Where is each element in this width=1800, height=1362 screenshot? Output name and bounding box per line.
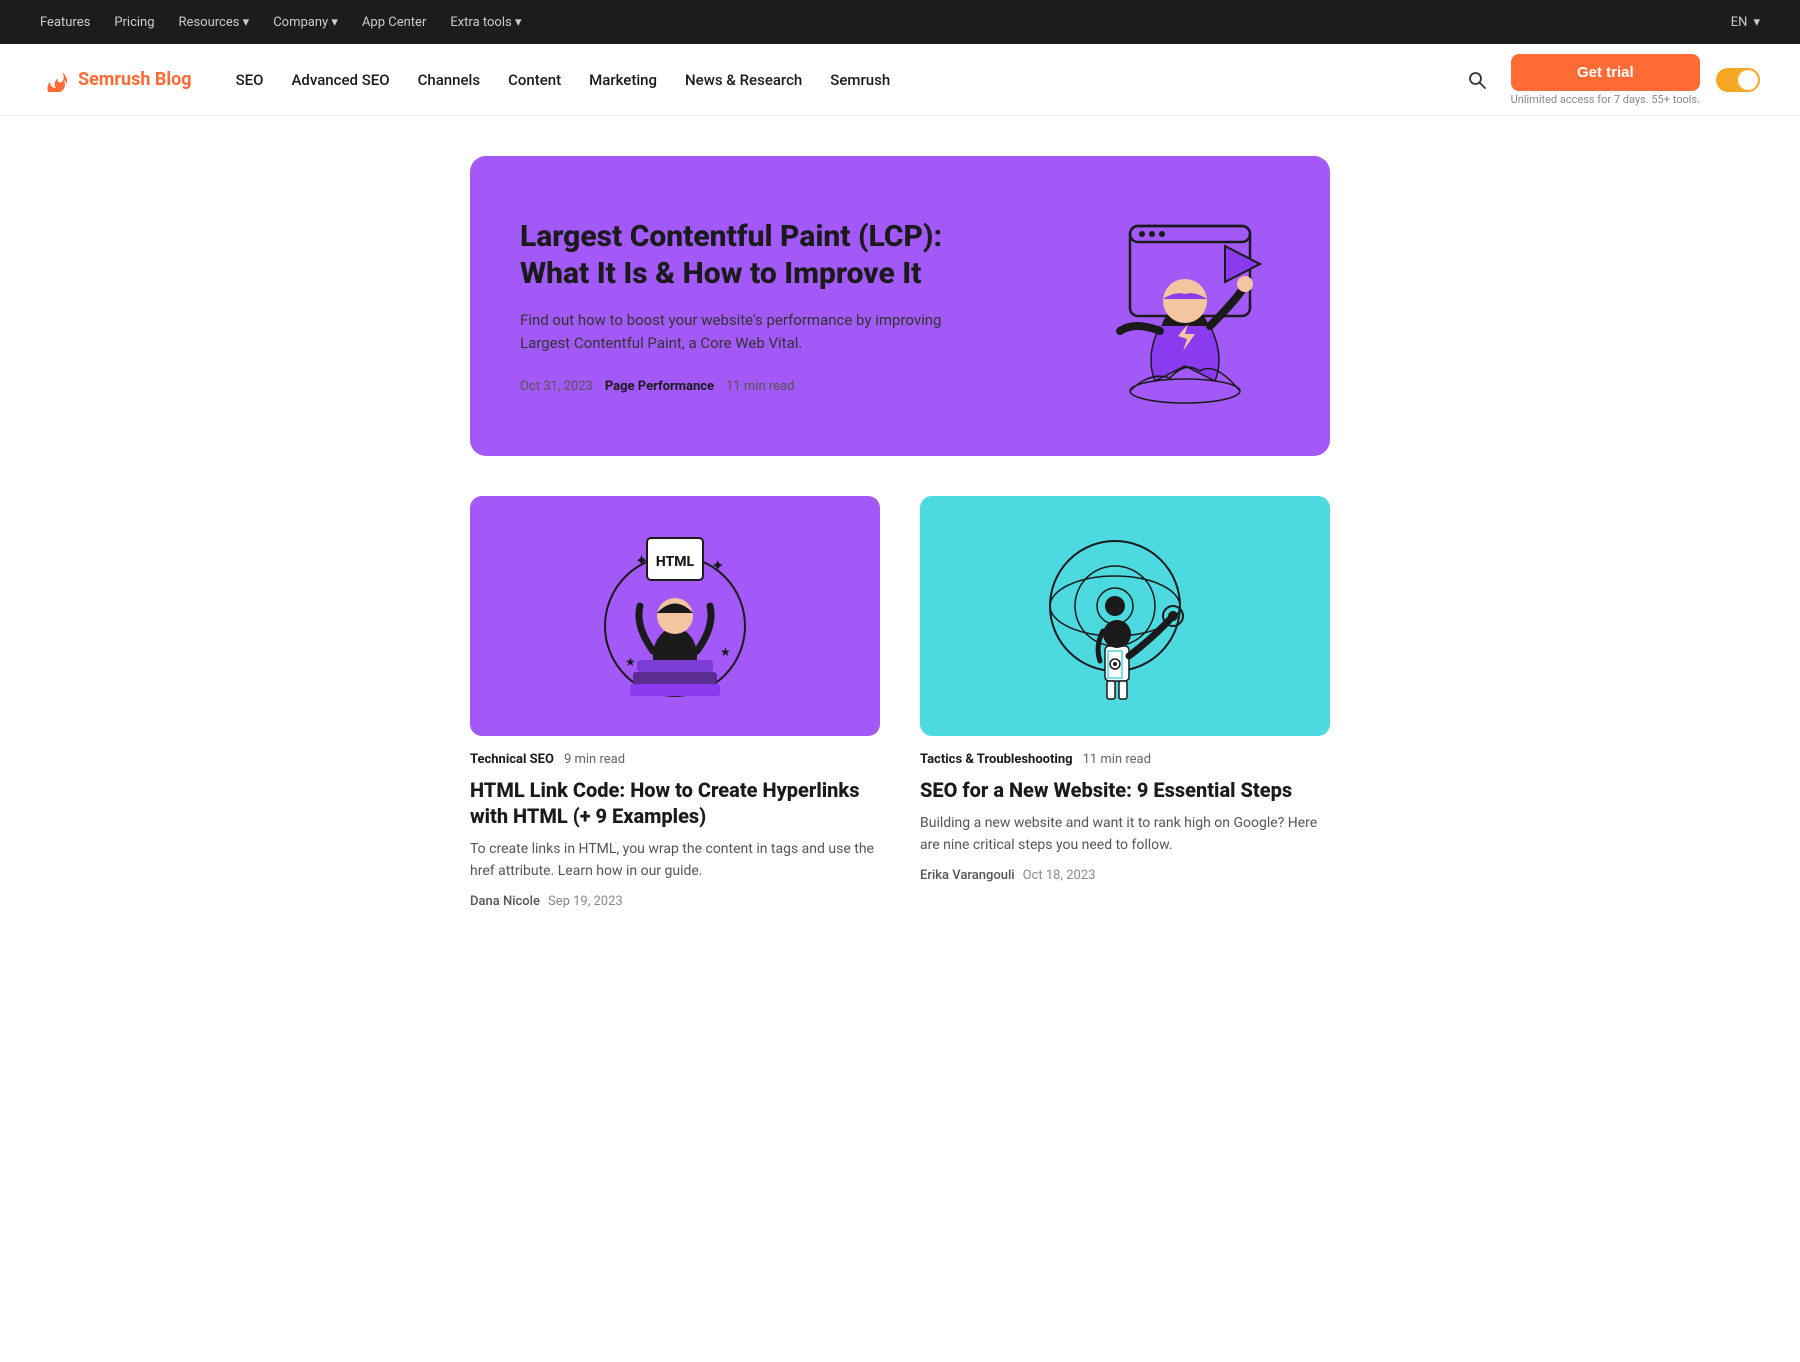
featured-read-time: 11 min read <box>726 379 794 394</box>
get-trial-button[interactable]: Get trial <box>1511 54 1700 91</box>
svg-text:★: ★ <box>720 645 731 659</box>
article-2-date: Oct 18, 2023 <box>1023 868 1096 883</box>
article-1-desc: To create links in HTML, you wrap the co… <box>470 839 880 882</box>
featured-date: Oct 31, 2023 <box>520 379 593 394</box>
article-grid: HTML ✦ ✦ ★ ★ Technical SEO 9 min read HT… <box>470 496 1330 909</box>
nav-marketing[interactable]: Marketing <box>577 63 669 97</box>
cta-section: Get trial Unlimited access for 7 days. 5… <box>1511 54 1700 106</box>
svg-text:★: ★ <box>625 655 636 669</box>
featured-article-desc: Find out how to boost your website's per… <box>520 309 980 356</box>
article-2-meta: Tactics & Troubleshooting 11 min read <box>920 752 1330 767</box>
article-1-author: Dana Nicole <box>470 894 540 909</box>
logo-text: Semrush Blog <box>78 69 192 90</box>
top-nav-app-center[interactable]: App Center <box>362 15 426 30</box>
article-2-read-time: 11 min read <box>1083 752 1151 767</box>
superhero-illustration <box>1030 206 1270 406</box>
article-html-link-code[interactable]: HTML ✦ ✦ ★ ★ Technical SEO 9 min read HT… <box>470 496 880 909</box>
semrush-flame-icon <box>40 64 72 96</box>
article-2-author-meta: Erika Varangouli Oct 18, 2023 <box>920 868 1330 883</box>
logo[interactable]: Semrush Blog <box>40 64 192 96</box>
svg-text:✦: ✦ <box>635 551 648 570</box>
top-nav-resources[interactable]: Resources ▾ <box>179 15 250 30</box>
article-1-author-meta: Dana Nicole Sep 19, 2023 <box>470 894 880 909</box>
article-2-category: Tactics & Troubleshooting <box>920 752 1073 767</box>
article-2-desc: Building a new website and want it to ra… <box>920 813 1330 856</box>
nav-advanced-seo[interactable]: Advanced SEO <box>279 63 401 97</box>
nav-right-section: Get trial Unlimited access for 7 days. 5… <box>1459 54 1760 106</box>
article-1-title: HTML Link Code: How to Create Hyperlinks… <box>470 777 880 829</box>
svg-text:HTML: HTML <box>656 554 695 570</box>
html-illustration: HTML ✦ ✦ ★ ★ <box>575 516 775 716</box>
search-button[interactable] <box>1459 62 1495 98</box>
trial-subtitle: Unlimited access for 7 days. 55+ tools. <box>1511 93 1700 106</box>
article-1-category: Technical SEO <box>470 752 554 767</box>
nav-content[interactable]: Content <box>496 63 573 97</box>
main-content: Largest Contentful Paint (LCP): What It … <box>450 116 1350 949</box>
nav-semrush[interactable]: Semrush <box>818 63 902 97</box>
featured-article[interactable]: Largest Contentful Paint (LCP): What It … <box>470 156 1330 456</box>
top-navigation: Features Pricing Resources ▾ Company ▾ A… <box>0 0 1800 44</box>
nav-news-research[interactable]: News & Research <box>673 63 814 97</box>
seo-illustration <box>1025 516 1225 716</box>
article-seo-new-website[interactable]: Tactics & Troubleshooting 11 min read SE… <box>920 496 1330 909</box>
search-icon <box>1467 70 1487 90</box>
article-1-read-time: 9 min read <box>564 752 625 767</box>
svg-text:✦: ✦ <box>711 556 724 575</box>
article-1-date: Sep 19, 2023 <box>548 894 623 909</box>
featured-category: Page Performance <box>605 379 714 394</box>
main-navigation: Semrush Blog SEO Advanced SEO Channels C… <box>0 44 1800 116</box>
top-nav-extra-tools[interactable]: Extra tools ▾ <box>450 15 521 30</box>
featured-article-meta: Oct 31, 2023 Page Performance 11 min rea… <box>520 379 980 394</box>
article-2-image <box>920 496 1330 736</box>
article-2-title: SEO for a New Website: 9 Essential Steps <box>920 777 1330 803</box>
featured-article-image <box>1020 206 1280 406</box>
top-nav-features[interactable]: Features <box>40 15 90 30</box>
featured-article-content: Largest Contentful Paint (LCP): What It … <box>520 218 980 395</box>
article-1-meta: Technical SEO 9 min read <box>470 752 880 767</box>
top-nav-company[interactable]: Company ▾ <box>273 15 338 30</box>
theme-toggle[interactable] <box>1716 68 1760 92</box>
top-nav-pricing[interactable]: Pricing <box>114 15 154 30</box>
article-1-image: HTML ✦ ✦ ★ ★ <box>470 496 880 736</box>
featured-article-title: Largest Contentful Paint (LCP): What It … <box>520 218 980 293</box>
main-nav-links: SEO Advanced SEO Channels Content Market… <box>224 63 1459 97</box>
article-2-author: Erika Varangouli <box>920 868 1015 883</box>
nav-channels[interactable]: Channels <box>406 63 493 97</box>
language-selector[interactable]: EN ▾ <box>1731 15 1760 30</box>
nav-seo[interactable]: SEO <box>224 63 276 97</box>
